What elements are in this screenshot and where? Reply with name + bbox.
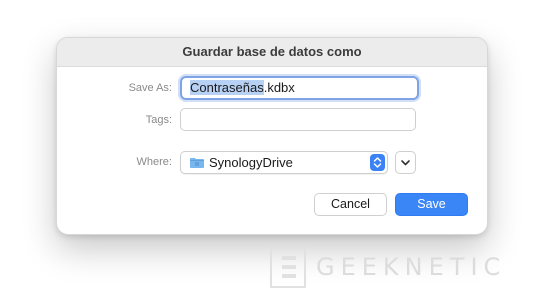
folder-icon: [190, 158, 204, 168]
watermark: GEEKNETIC: [270, 243, 506, 291]
where-label: Where:: [136, 156, 172, 168]
save-as-label: Save As:: [128, 82, 172, 94]
watermark-logo-icon: [270, 246, 306, 288]
filename-extension: .kdbx: [263, 80, 295, 95]
cancel-button[interactable]: Cancel: [314, 193, 387, 216]
save-as-input[interactable]: Contraseñas.kdbx: [180, 76, 419, 100]
expand-browser-button[interactable]: [395, 151, 416, 174]
save-dialog: Guardar base de datos como Save As: Cont…: [56, 37, 488, 235]
tags-input[interactable]: [180, 108, 416, 131]
save-as-text: Contraseñas.kdbx: [190, 80, 295, 95]
where-popup-button[interactable]: SynologyDrive: [180, 151, 388, 174]
dialog-title: Guardar base de datos como: [57, 38, 487, 67]
save-button[interactable]: Save: [395, 193, 468, 216]
selected-filename: Contraseñas: [190, 80, 264, 95]
watermark-text: GEEKNETIC: [316, 253, 507, 281]
tags-label: Tags:: [145, 114, 172, 126]
chevron-down-icon: [401, 160, 410, 166]
popup-stepper-icon: [370, 154, 385, 171]
where-value: SynologyDrive: [209, 155, 293, 170]
